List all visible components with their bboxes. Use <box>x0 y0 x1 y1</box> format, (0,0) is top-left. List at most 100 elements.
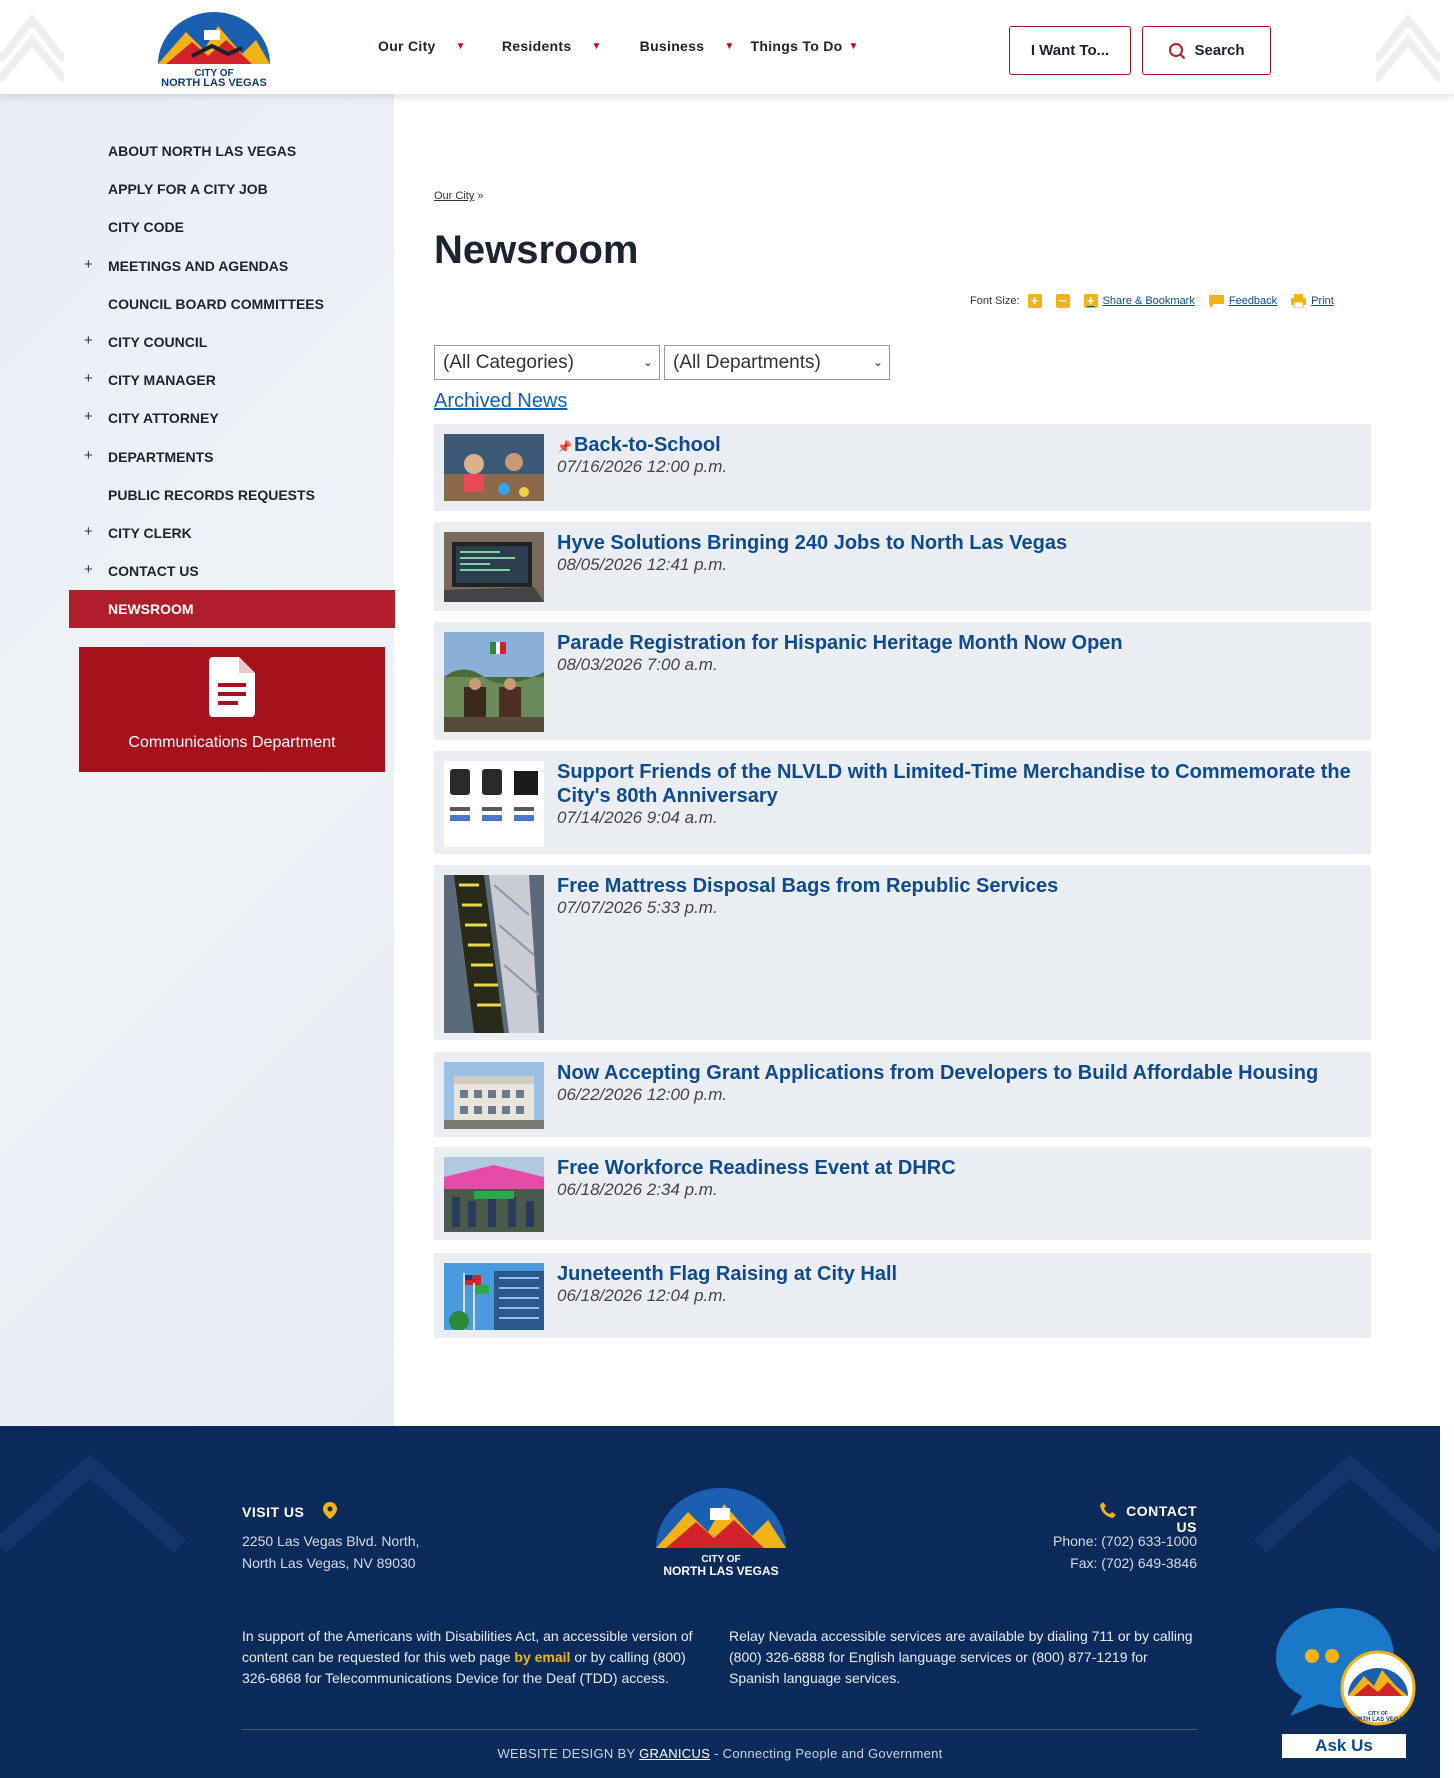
news-thumbnail[interactable] <box>444 875 544 1033</box>
communications-department-link[interactable]: Communications Department <box>79 647 385 772</box>
news-item[interactable]: Now Accepting Grant Applications from De… <box>434 1052 1371 1137</box>
category-select[interactable]: (All Categories) ⌄ <box>434 345 660 380</box>
news-title: Hyve Solutions Bringing 240 Jobs to Nort… <box>557 532 1068 554</box>
nav-things-to-do[interactable]: Things To Do ▼ <box>751 38 859 54</box>
nav-business[interactable]: Business ▼ <box>640 38 735 54</box>
sidebar-menu: ABOUT NORTH LAS VEGAS APPLY FOR A CITY JO… <box>69 132 395 629</box>
news-date: 07/07/2026 5:33 p.m. <box>557 898 718 917</box>
sidebar-item-public-records-requests[interactable]: PUBLIC RECORDS REQUESTS <box>69 476 395 514</box>
sidebar-item-contact-us[interactable]: + CONTACT US <box>69 552 395 590</box>
archived-news-link[interactable]: Archived News <box>434 390 567 413</box>
nav-label: Things To Do <box>750 38 843 54</box>
sidebar-item-label: PUBLIC RECORDS REQUESTS <box>108 486 315 503</box>
news-thumbnail[interactable] <box>444 1263 544 1330</box>
nav-our-city[interactable]: Our City ▼ <box>378 38 466 54</box>
site-footer: VISIT US 2250 Las Vegas Blvd. North, Nor… <box>0 1426 1440 1778</box>
news-date: 08/03/2026 7:00 a.m. <box>557 655 718 674</box>
sidebar-item-about-north-las-vegas[interactable]: ABOUT NORTH LAS VEGAS <box>69 132 395 170</box>
credit-suffix: - Connecting People and Government <box>714 1746 943 1761</box>
news-thumbnail[interactable] <box>444 1157 544 1232</box>
ada-email-link[interactable]: by email <box>514 1649 570 1665</box>
search-button[interactable]: Search <box>1142 26 1271 75</box>
ask-logo-line2: NORTH LAS VEGAS <box>1349 1717 1407 1723</box>
print-link[interactable]: Print <box>1291 294 1334 308</box>
sidebar-item-city-council[interactable]: + CITY COUNCIL <box>69 323 395 361</box>
plus-box-icon: + <box>1083 294 1098 308</box>
sidebar-item-newsroom[interactable]: NEWSROOM <box>69 590 395 629</box>
feedback-link[interactable]: Feedback <box>1208 294 1278 308</box>
plus-icon[interactable]: + <box>84 256 93 273</box>
news-title-link[interactable]: Parade Registration for Hispanic Heritag… <box>557 631 1357 655</box>
news-item[interactable]: Juneteenth Flag Raising at City Hall 06/1… <box>434 1253 1371 1338</box>
news-item[interactable]: 📌 Back-to-School 07/16/2026 12:00 p.m. <box>434 424 1371 511</box>
news-item[interactable]: Parade Registration for Hispanic Heritag… <box>434 622 1371 740</box>
sidebar-item-label: CONTACT US <box>108 563 199 580</box>
news-title-link[interactable]: Juneteenth Flag Raising at City Hall <box>557 1262 1357 1286</box>
news-title-link[interactable]: Free Workforce Readiness Event at DHRC <box>557 1156 1357 1180</box>
font-increase-icon[interactable]: + <box>1027 294 1042 308</box>
news-item[interactable]: Free Workforce Readiness Event at DHRC 06… <box>434 1147 1371 1240</box>
news-title-link[interactable]: 📌 Back-to-School <box>557 433 1357 459</box>
granicus-link[interactable]: GRANICUS <box>639 1746 710 1761</box>
feedback-label: Feedback <box>1228 295 1278 307</box>
page-tools: Font Size: + − + Share & Bookmark Feedbac… <box>970 294 1334 308</box>
share-bookmark-link[interactable]: + Share & Bookmark <box>1083 294 1195 308</box>
chevron-down-icon: ⌄ <box>872 355 883 369</box>
sidebar-item-city-code[interactable]: CITY CODE <box>69 208 395 246</box>
sidebar-item-meetings-and-agendas[interactable]: + MEETINGS AND AGENDAS <box>69 247 395 285</box>
plus-icon[interactable]: + <box>84 408 93 425</box>
plus-icon[interactable]: + <box>84 332 93 349</box>
news-title: Now Accepting Grant Applications from De… <box>557 1062 1319 1084</box>
news-title-link[interactable]: Free Mattress Disposal Bags from Republi… <box>557 874 1357 898</box>
news-item[interactable]: Free Mattress Disposal Bags from Republi… <box>434 865 1371 1040</box>
sidebar-item-city-clerk[interactable]: + CITY CLERK <box>69 514 395 552</box>
sidebar-item-label: CITY CODE <box>108 219 184 236</box>
news-thumbnail[interactable] <box>444 434 544 501</box>
news-thumbnail[interactable] <box>444 632 544 732</box>
plus-icon[interactable]: + <box>84 447 93 464</box>
news-title-link[interactable]: Hyve Solutions Bringing 240 Jobs to Nort… <box>557 531 1357 555</box>
nav-label: Our City <box>378 38 436 54</box>
city-logo[interactable]: CITY OF NORTH LAS VEGAS <box>156 6 272 89</box>
news-item[interactable]: Support Friends of the NLVLD with Limite… <box>434 751 1371 854</box>
category-select-value: (All Categories) <box>443 351 574 373</box>
sidebar-item-label: CITY CLERK <box>108 524 192 541</box>
sidebar-item-city-manager[interactable]: + CITY MANAGER <box>69 361 395 399</box>
news-thumbnail[interactable] <box>444 1062 544 1129</box>
department-select[interactable]: (All Departments) ⌄ <box>664 345 890 380</box>
footer-city-logo[interactable]: CITY OF NORTH LAS VEGAS <box>654 1482 788 1578</box>
sidebar-item-apply-for-a-city-job[interactable]: APPLY FOR A CITY JOB <box>69 170 395 208</box>
visit-us-heading: VISIT US <box>242 1502 337 1520</box>
nav-residents[interactable]: Residents ▼ <box>502 38 602 54</box>
breadcrumb-link-our-city[interactable]: Our City <box>434 190 474 202</box>
chevron-down-icon: ⌄ <box>642 355 653 369</box>
i-want-to-button[interactable]: I Want To... <box>1009 26 1131 75</box>
sidebar-item-council-board-committees[interactable]: COUNCIL BOARD COMMITTEES <box>69 285 395 323</box>
plus-icon[interactable]: + <box>84 561 93 578</box>
mountain-pattern-icon <box>0 13 64 83</box>
footer-divider <box>242 1729 1197 1730</box>
nav-label: Residents <box>501 38 572 54</box>
sidebar-item-departments[interactable]: + DEPARTMENTS <box>69 438 395 476</box>
news-title-link[interactable]: Now Accepting Grant Applications from De… <box>557 1061 1357 1085</box>
footer-logo-line2: NORTH LAS VEGAS <box>663 1564 779 1578</box>
speech-bubble-icon <box>1208 294 1224 308</box>
sidebar-item-label: CITY COUNCIL <box>108 334 208 351</box>
ask-us-chat-widget[interactable]: CITY OF NORTH LAS VEGAS Ask Us <box>1272 1604 1422 1764</box>
ask-us-button[interactable]: Ask Us <box>1282 1734 1406 1758</box>
news-thumbnail[interactable] <box>444 761 544 847</box>
search-button-label: Search <box>1194 42 1245 59</box>
news-date: 07/16/2026 12:00 p.m. <box>557 457 728 476</box>
plus-icon[interactable]: + <box>84 370 93 387</box>
page-title: Newsroom <box>434 228 639 272</box>
mountain-pattern-icon <box>1376 13 1440 83</box>
news-title: Support Friends of the NLVLD with Limite… <box>557 761 1351 807</box>
font-decrease-icon[interactable]: − <box>1055 294 1070 308</box>
news-title-link[interactable]: Support Friends of the NLVLD with Limite… <box>557 760 1357 808</box>
news-item[interactable]: Hyve Solutions Bringing 240 Jobs to Nort… <box>434 522 1371 611</box>
sidebar-item-city-attorney[interactable]: + CITY ATTORNEY <box>69 399 395 437</box>
sidebar-item-label: APPLY FOR A CITY JOB <box>108 181 268 198</box>
news-thumbnail[interactable] <box>444 532 544 602</box>
caret-down-icon: ▼ <box>455 40 466 52</box>
plus-icon[interactable]: + <box>84 523 93 540</box>
